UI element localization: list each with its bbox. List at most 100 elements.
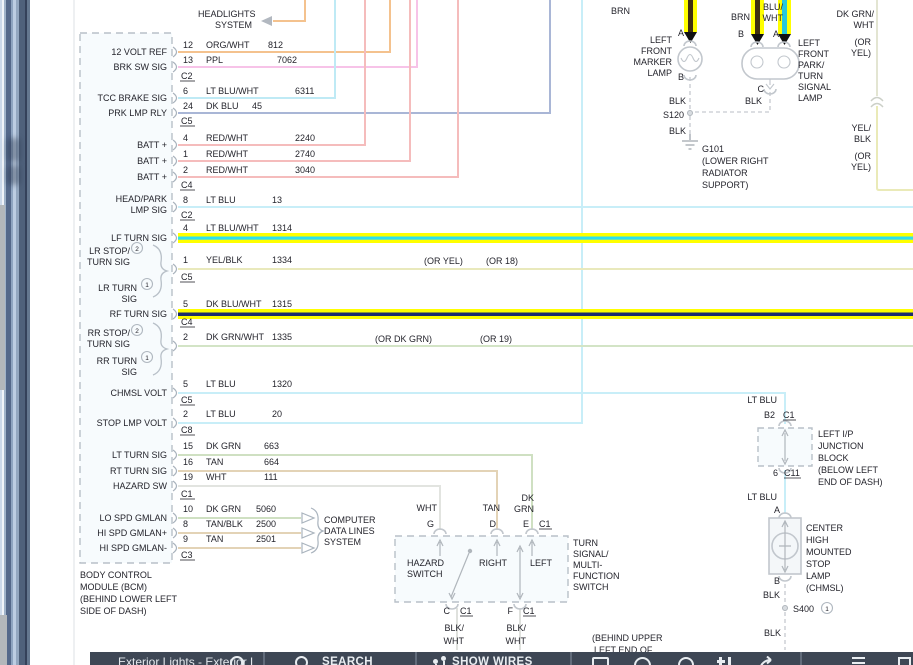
component-caption: STOP <box>806 559 830 569</box>
pin-letter: C <box>758 84 765 94</box>
wire-color-label: BLK <box>854 134 871 144</box>
search-button[interactable]: SEARCH <box>322 656 373 665</box>
connector-label[interactable]: C11 <box>784 468 800 478</box>
ref-arrow <box>301 512 316 524</box>
wire-pin: 8 <box>183 195 188 205</box>
component-caption: CENTER <box>806 523 844 533</box>
wire-color-label: WHT <box>417 503 438 513</box>
wire-annotation: (OR 18) <box>486 256 518 266</box>
wire-num: 2240 <box>295 133 315 143</box>
wire-pin: 1 <box>183 255 188 265</box>
wire-num: 13 <box>272 195 282 205</box>
wire-num: 6311 <box>295 86 314 96</box>
ground-symbol <box>682 134 698 150</box>
pin-letter: E <box>523 519 529 529</box>
bulb <box>750 55 764 69</box>
pin-label: RR STOP/ <box>88 328 131 338</box>
highlight-core-rf <box>178 312 913 316</box>
wire-ltblu-20 <box>178 0 583 424</box>
pin-arc <box>683 40 697 47</box>
pin-label: LR STOP/ <box>89 246 130 256</box>
connector-label[interactable]: C8 <box>181 425 193 435</box>
pin-label: BRK SW SIG <box>113 62 167 72</box>
toolbar-divider <box>415 652 417 665</box>
clock-icon[interactable] <box>678 657 694 665</box>
system-ref-label[interactable]: SYSTEM <box>215 20 252 30</box>
connector-label[interactable]: C1 <box>523 606 535 616</box>
computer-ref-label[interactable]: COMPUTER <box>324 515 376 525</box>
zoom-icon[interactable] <box>634 657 651 665</box>
switch-label: RIGHT <box>479 558 508 568</box>
pin-label: LF TURN SIG <box>111 233 167 243</box>
computer-ref-label[interactable]: DATA LINES <box>324 526 375 536</box>
info-icon[interactable] <box>230 656 244 665</box>
pin-label: SIG <box>121 294 137 304</box>
wire-annotation: (OR 19) <box>480 334 512 344</box>
splice-label: S120 <box>663 110 684 120</box>
system-ref-label[interactable]: HEADLIGHTS <box>198 9 256 19</box>
connector-label[interactable]: C2 <box>181 71 193 81</box>
pin-letter: A <box>773 29 779 39</box>
wire-color: LT BLU/WHT <box>206 223 259 233</box>
wire-color-label: BLK <box>745 96 762 106</box>
pin-label: LR TURN <box>98 283 137 293</box>
wire-pin: 15 <box>183 441 193 451</box>
highlight-core-lf <box>178 236 913 240</box>
bulb <box>777 55 791 69</box>
wire-color-label: BRN <box>611 6 630 16</box>
show-wires-button[interactable]: SHOW WIRES <box>452 656 533 665</box>
wire-color: WHT <box>206 472 227 482</box>
connector-label[interactable]: C3 <box>181 550 193 560</box>
connector-label[interactable]: C1 <box>460 606 472 616</box>
pin-arc <box>777 41 791 48</box>
ref-arrow <box>301 527 316 539</box>
search-icon[interactable] <box>295 656 308 665</box>
connector-label[interactable]: C5 <box>181 116 193 126</box>
component-caption: TURN <box>798 71 823 81</box>
pin-label: CHMSL VOLT <box>110 388 167 398</box>
pin-label: 12 VOLT REF <box>111 47 167 57</box>
pin-letter: B <box>678 72 684 82</box>
wire-pin: 19 <box>183 472 193 482</box>
connector-label[interactable]: C2 <box>181 210 193 220</box>
connector-label[interactable]: C5 <box>181 272 193 282</box>
wire-color: ORG/WHT <box>206 40 250 50</box>
connector-label[interactable]: C1 <box>181 489 193 499</box>
connector-label[interactable]: C5 <box>181 395 193 405</box>
component-caption: FRONT <box>798 49 829 59</box>
right-wire-labels: DK GRN/ WHT (OR YEL) YEL/ BLK (OR YEL) <box>836 9 874 172</box>
wire-pin: 1 <box>183 149 188 159</box>
window-icon[interactable] <box>898 657 911 665</box>
splice-s400-node <box>782 605 788 611</box>
group-badge: 1 <box>145 355 149 362</box>
connector-label[interactable]: C1 <box>539 519 551 529</box>
wire-color-label: DK GRN/ <box>836 9 874 19</box>
pin-label: TURN SIG <box>87 257 130 267</box>
wire-num: 20 <box>272 409 282 419</box>
connector-label[interactable]: C4 <box>181 180 193 190</box>
share-icon[interactable] <box>758 655 776 665</box>
computer-ref-label[interactable]: SYSTEM <box>324 537 361 547</box>
pin-label: RF TURN SIG <box>110 309 167 319</box>
lever-pivot <box>467 548 473 554</box>
wire-color: LT BLU <box>206 409 236 419</box>
bcm-pin-brackets <box>172 46 178 554</box>
connector-label[interactable]: C4 <box>181 317 193 327</box>
connector-label[interactable]: C1 <box>783 410 795 420</box>
bcm-caption: BODY CONTROL <box>80 570 152 580</box>
component-caption: SWITCH <box>573 582 609 592</box>
wire-num: 1320 <box>272 379 292 389</box>
wire-pin: 24 <box>183 101 193 111</box>
wire-num: 111 <box>264 472 278 482</box>
wire-num: 1335 <box>272 332 292 342</box>
bcm-caption: MODULE (BCM) <box>80 582 147 592</box>
splice-badge: 1 <box>825 606 829 613</box>
component-caption: MULTI- <box>573 560 602 570</box>
wire-color-label: BLK <box>763 590 780 600</box>
computer-ref-symbols <box>301 507 325 554</box>
wiring-diagram-viewer: HEADLIGHTS SYSTEM 12 VOLT REF BRK SW SIG… <box>0 0 913 665</box>
diagram-canvas[interactable]: HEADLIGHTS SYSTEM 12 VOLT REF BRK SW SIG… <box>0 0 913 665</box>
monitor-icon[interactable] <box>592 657 609 665</box>
wire-color-label: BLK/ <box>506 623 526 633</box>
pin-letter: B <box>738 29 744 39</box>
